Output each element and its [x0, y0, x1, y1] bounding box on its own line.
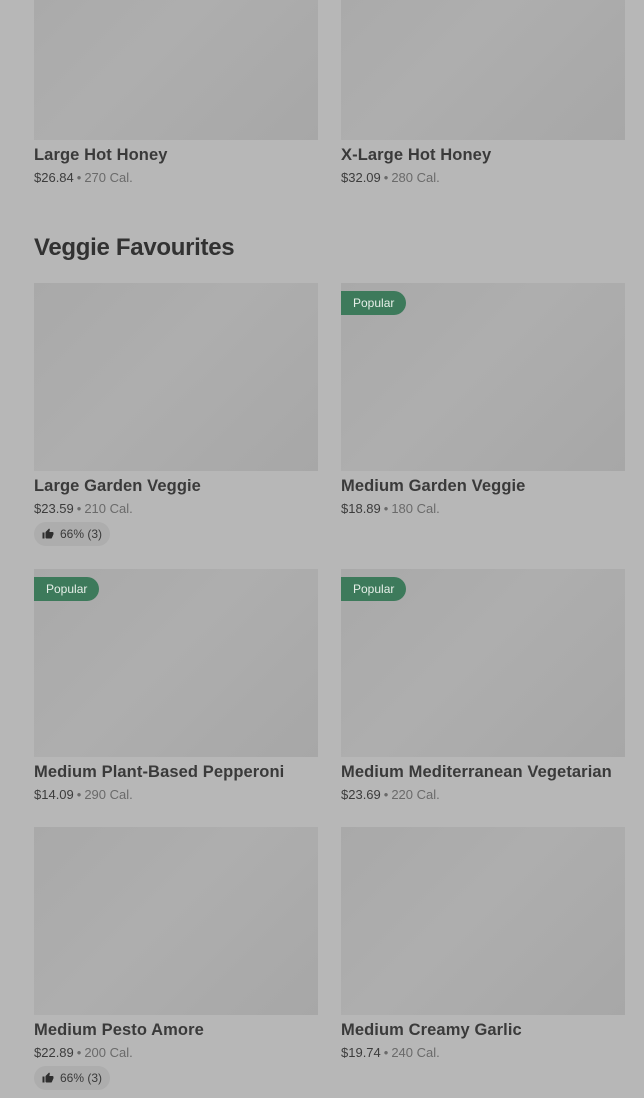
separator: •: [76, 1045, 82, 1060]
item-name: Medium Mediterranean Vegetarian: [341, 763, 612, 781]
item-price-calories: $22.89 • 200 Cal.: [34, 1045, 318, 1060]
menu-item-card[interactable]: Popular Medium Plant-Based Pepperoni $14…: [34, 569, 318, 802]
item-price: $19.74: [341, 1045, 381, 1060]
item-image[interactable]: [34, 0, 318, 140]
item-price-calories: $23.69 • 220 Cal.: [341, 787, 625, 802]
item-calories: 240 Cal.: [391, 1045, 440, 1060]
rating-text: 66% (3): [60, 1071, 103, 1085]
popular-badge: Popular: [341, 577, 407, 601]
separator: •: [383, 501, 389, 516]
menu-item-card[interactable]: Medium Creamy Garlic $19.74 • 240 Cal.: [341, 827, 625, 1060]
item-image[interactable]: Popular: [341, 569, 625, 757]
item-price: $22.89: [34, 1045, 74, 1060]
item-price-calories: $14.09 • 290 Cal.: [34, 787, 318, 802]
item-price: $18.89: [341, 501, 381, 516]
item-price-calories: $19.74 • 240 Cal.: [341, 1045, 625, 1060]
separator: •: [76, 170, 82, 185]
separator: •: [383, 787, 389, 802]
item-price: $26.84: [34, 170, 74, 185]
item-price-calories: $26.84 • 270 Cal.: [34, 170, 318, 185]
popular-badge: Popular: [341, 291, 407, 315]
item-calories: 180 Cal.: [391, 501, 440, 516]
item-image[interactable]: [34, 827, 318, 1015]
item-price: $23.69: [341, 787, 381, 802]
item-name: Medium Garden Veggie: [341, 477, 526, 495]
separator: •: [76, 501, 82, 516]
item-calories: 270 Cal.: [84, 170, 133, 185]
item-image[interactable]: Popular: [34, 569, 318, 757]
menu-item-card[interactable]: Large Garden Veggie $23.59 • 210 Cal. 66% …: [34, 283, 318, 546]
item-image[interactable]: Popular: [341, 283, 625, 471]
item-name: Medium Plant-Based Pepperoni: [34, 763, 285, 781]
separator: •: [383, 170, 389, 185]
section-title: Veggie Favourites: [34, 234, 235, 261]
item-image[interactable]: [341, 0, 625, 140]
popular-badge: Popular: [34, 577, 100, 601]
item-name: Large Hot Honey: [34, 146, 168, 164]
menu-item-card[interactable]: Popular Medium Mediterranean Vegetarian …: [341, 569, 625, 802]
item-image[interactable]: [341, 827, 625, 1015]
menu-item-card[interactable]: Medium Pesto Amore $22.89 • 200 Cal. 66% (…: [34, 827, 318, 1090]
rating-text: 66% (3): [60, 527, 103, 541]
item-price: $23.59: [34, 501, 74, 516]
item-calories: 210 Cal.: [84, 501, 133, 516]
item-price-calories: $23.59 • 210 Cal.: [34, 501, 318, 516]
rating-badge: 66% (3): [34, 1066, 111, 1090]
item-calories: 280 Cal.: [391, 170, 440, 185]
item-price: $32.09: [341, 170, 381, 185]
item-price: $14.09: [34, 787, 74, 802]
item-calories: 220 Cal.: [391, 787, 440, 802]
item-name: Medium Creamy Garlic: [341, 1021, 522, 1039]
thumbs-up-icon: [42, 528, 54, 539]
thumbs-up-icon: [42, 1072, 54, 1083]
separator: •: [76, 787, 82, 802]
item-calories: 290 Cal.: [84, 787, 133, 802]
item-name: Large Garden Veggie: [34, 477, 201, 495]
item-price-calories: $32.09 • 280 Cal.: [341, 170, 625, 185]
rating-badge: 66% (3): [34, 522, 111, 546]
menu-item-card[interactable]: Popular Medium Garden Veggie $18.89 • 180 …: [341, 283, 625, 516]
menu-item-card[interactable]: Large Hot Honey $26.84 • 270 Cal.: [34, 0, 318, 185]
menu-item-card[interactable]: X-Large Hot Honey $32.09 • 280 Cal.: [341, 0, 625, 185]
item-name: X-Large Hot Honey: [341, 146, 492, 164]
item-name: Medium Pesto Amore: [34, 1021, 204, 1039]
item-image[interactable]: [34, 283, 318, 471]
separator: •: [383, 1045, 389, 1060]
item-price-calories: $18.89 • 180 Cal.: [341, 501, 625, 516]
item-calories: 200 Cal.: [84, 1045, 133, 1060]
